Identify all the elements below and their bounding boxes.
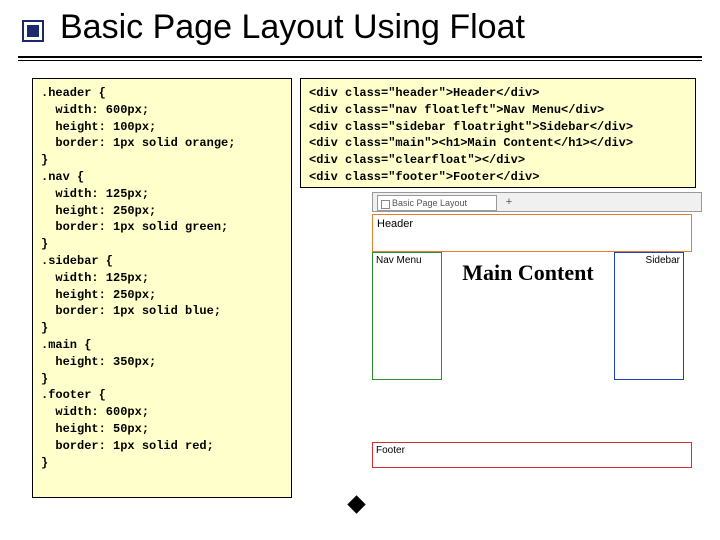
new-tab-icon: + — [503, 197, 515, 209]
browser-tab: Basic Page Layout — [377, 195, 497, 211]
diamond-icon — [347, 495, 365, 513]
preview-nav: Nav Menu — [372, 252, 442, 380]
preview-row: Nav Menu Main Content Sidebar — [372, 252, 692, 382]
html-code-block: <div class="header">Header</div> <div cl… — [300, 78, 696, 188]
browser-tabstrip: Basic Page Layout + — [372, 192, 702, 212]
title-rule — [18, 56, 702, 58]
preview-footer: Footer — [372, 442, 692, 468]
browser-mockup: Basic Page Layout + Header Nav Menu Main… — [372, 192, 702, 502]
slide: Basic Page Layout Using Float .header { … — [0, 0, 720, 540]
page-layout-preview: Header Nav Menu Main Content Sidebar Foo… — [372, 214, 702, 468]
preview-main: Main Content — [448, 260, 608, 286]
css-code-block: .header { width: 600px; height: 100px; b… — [32, 78, 292, 498]
title-rule-thin — [18, 60, 702, 61]
preview-spacer — [372, 382, 692, 442]
slide-title: Basic Page Layout Using Float — [60, 8, 525, 47]
preview-sidebar: Sidebar — [614, 252, 684, 380]
preview-header: Header — [372, 214, 692, 252]
title-bullet-icon — [22, 20, 44, 42]
